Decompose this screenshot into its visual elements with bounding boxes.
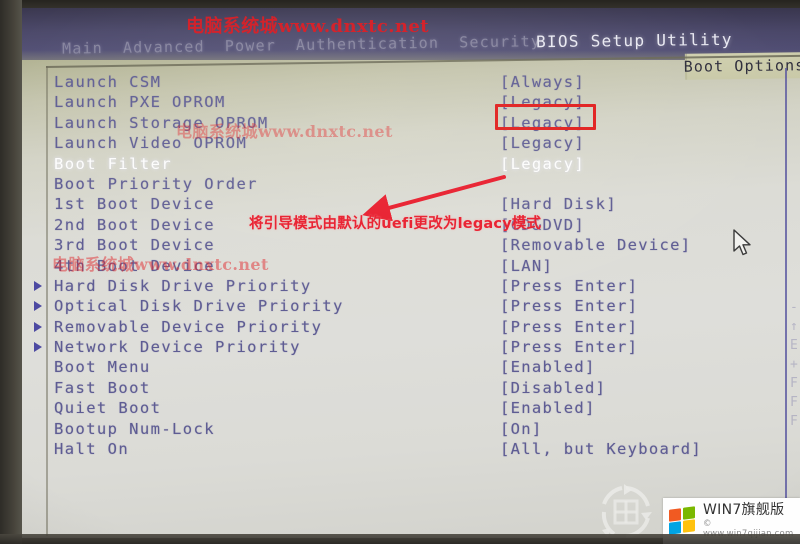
setting-value[interactable]: [On] xyxy=(500,419,543,439)
setting-value[interactable]: [Legacy] xyxy=(500,154,585,174)
setting-value[interactable]: [Enabled] xyxy=(500,357,596,377)
settings-row[interactable]: Launch CSM [Always] xyxy=(22,72,800,92)
menu-item-advanced[interactable]: Advanced xyxy=(123,37,205,56)
setting-value[interactable]: [Press Enter] xyxy=(500,296,638,316)
setting-value[interactable]: [Disabled] xyxy=(500,378,606,398)
submenu-arrow-icon xyxy=(34,321,42,332)
setting-value[interactable]: [Legacy] xyxy=(500,133,585,153)
settings-row[interactable]: Launch Storage OPROM [Legacy] xyxy=(22,113,800,133)
menu-item-power[interactable]: Power xyxy=(225,36,276,55)
menu-item-security[interactable]: Security xyxy=(459,32,541,51)
setting-label: Launch PXE OPROM xyxy=(54,93,226,112)
watermark-lower: 电脑系统城www.dnxtc.net xyxy=(52,255,269,274)
setting-label: Boot Menu xyxy=(54,358,151,377)
menu-item-main[interactable]: Main xyxy=(62,39,103,58)
setting-label: Boot Priority Order xyxy=(54,174,258,193)
setting-value[interactable]: [Legacy] xyxy=(500,113,585,133)
setting-value[interactable]: [Always] xyxy=(500,72,585,92)
setting-label: Boot Filter xyxy=(54,154,173,173)
bios-setup-screenshot: Main Advanced Power Authentication Secur… xyxy=(0,0,800,544)
annotation-text: 将引导模式由默认的uefi更改为legacy模式 xyxy=(249,216,542,232)
setting-label: 2nd Boot Device xyxy=(54,215,215,234)
bios-screen: Main Advanced Power Authentication Secur… xyxy=(22,8,800,538)
setting-label: Removable Device Priority xyxy=(54,317,323,336)
submenu-arrow-icon xyxy=(34,342,42,353)
submenu-arrow-icon xyxy=(34,301,42,312)
mouse-cursor-icon xyxy=(733,229,751,256)
setting-label: Halt On xyxy=(54,440,130,459)
setting-label: Network Device Priority xyxy=(54,338,301,357)
page-title: BIOS Setup Utility xyxy=(535,29,733,52)
monitor-bezel-left xyxy=(0,0,22,544)
settings-row[interactable]: Fast Boot [Disabled] xyxy=(22,378,800,398)
setting-value[interactable]: [Removable Device] xyxy=(500,235,691,255)
setting-value[interactable]: [All, but Keyboard] xyxy=(500,439,702,459)
settings-row[interactable]: Optical Disk Drive Priority [Press Enter] xyxy=(22,296,800,316)
setting-label: Quiet Boot xyxy=(54,399,162,418)
help-panel-edge: - ↑ E + F F F xyxy=(790,300,798,429)
windows-flag-icon xyxy=(669,506,697,535)
watermark-top: 电脑系统城www.dnxtc.net xyxy=(186,16,429,37)
setting-label: Fast Boot xyxy=(54,378,151,397)
setting-value[interactable]: [Enabled] xyxy=(500,398,596,418)
setting-value[interactable]: [Press Enter] xyxy=(500,337,638,357)
settings-row[interactable]: Network Device Priority [Press Enter] xyxy=(22,337,800,357)
monitor-bezel-bottom xyxy=(0,534,800,544)
logo-title: WIN7旗舰版 xyxy=(703,501,785,518)
refresh-circle-icon xyxy=(601,484,652,538)
setting-value[interactable]: [Press Enter] xyxy=(500,276,638,296)
settings-row[interactable]: Bootup Num-Lock [On] xyxy=(22,419,800,439)
setting-value[interactable]: [Legacy] xyxy=(500,92,585,112)
setting-label: Launch CSM xyxy=(54,73,162,91)
setting-value[interactable]: [LAN] xyxy=(500,256,553,276)
settings-row[interactable]: Launch PXE OPROM [Legacy] xyxy=(22,92,800,112)
setting-label: 1st Boot Device xyxy=(54,195,215,214)
settings-row[interactable]: Boot Filter [Legacy] xyxy=(22,154,800,174)
settings-row[interactable]: Boot Menu [Enabled] xyxy=(22,357,800,377)
watermark-middle: 电脑系统城www.dnxtc.net xyxy=(176,122,393,141)
setting-label: Optical Disk Drive Priority xyxy=(54,297,344,316)
setting-label: Hard Disk Drive Priority xyxy=(54,276,312,295)
setting-label: Bootup Num-Lock xyxy=(54,419,215,438)
settings-row[interactable]: Halt On [All, but Keyboard] xyxy=(22,439,800,459)
settings-row[interactable]: Removable Device Priority [Press Enter] xyxy=(22,317,800,337)
settings-row[interactable]: Quiet Boot [Enabled] xyxy=(22,398,800,418)
settings-row[interactable]: Launch Video OPROM [Legacy] xyxy=(22,133,800,153)
setting-value[interactable]: [Press Enter] xyxy=(500,317,638,337)
submenu-arrow-icon xyxy=(34,280,42,291)
settings-row[interactable]: Hard Disk Drive Priority [Press Enter] xyxy=(22,276,800,296)
